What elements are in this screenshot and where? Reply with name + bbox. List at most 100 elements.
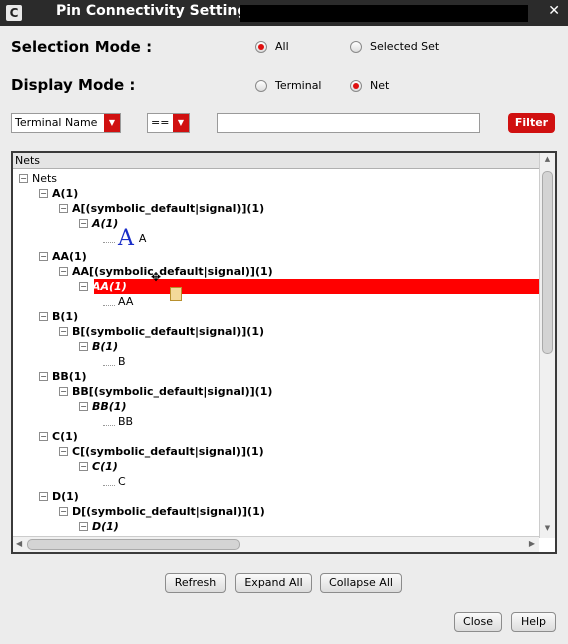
horizontal-scrollbar[interactable]: ◀ ▶ — [13, 536, 539, 552]
scroll-up-icon[interactable]: ▲ — [540, 155, 555, 167]
tree-node[interactable]: − AA(1) — [79, 279, 127, 294]
tree-node-label: D(1) — [52, 490, 79, 503]
nets-tree[interactable]: − Nets − A(1) − A[(symbolic_default|signal)… — [13, 169, 539, 538]
tree-node[interactable]: − A[(symbolic_default|signal)](1) — [59, 201, 264, 216]
collapse-icon[interactable]: − — [59, 204, 68, 213]
vertical-scrollbar[interactable]: ▲ ▼ — [539, 153, 555, 538]
tree-node[interactable]: − B[(symbolic_default|signal)](1) — [59, 324, 264, 339]
display-mode-terminal-radio[interactable]: Terminal — [255, 79, 322, 92]
tree-node[interactable]: − BB(1) — [79, 399, 126, 414]
window-title: Pin Connectivity Setting — [56, 3, 248, 19]
tree-leaf-node[interactable]: AA — [103, 294, 133, 309]
tree-leaf-node[interactable]: B — [103, 354, 126, 369]
tree-node-label: BB(1) — [92, 400, 127, 413]
vertical-scroll-thumb[interactable] — [542, 171, 553, 354]
collapse-icon[interactable]: − — [39, 372, 48, 381]
filter-field-select-value: Terminal Name — [15, 116, 98, 129]
document-icon — [170, 287, 182, 301]
tree-node-label: C[(symbolic_default|signal)](1) — [72, 445, 264, 458]
scroll-right-icon[interactable]: ▶ — [529, 539, 535, 548]
nets-tree-panel: Nets − Nets − A(1) − A[(symbolic_default|si… — [11, 151, 557, 554]
collapse-icon[interactable]: − — [59, 387, 68, 396]
collapse-icon[interactable]: − — [39, 189, 48, 198]
title-bar: C Pin Connectivity Setting ✕ — [0, 0, 568, 26]
tree-node-label: AA — [118, 295, 134, 308]
filter-field-select[interactable]: Terminal Name ▼ — [11, 113, 121, 133]
tree-node[interactable]: − D[(symbolic_default|signal)](1) — [59, 504, 265, 519]
horizontal-scroll-thumb[interactable] — [27, 539, 240, 550]
collapse-icon[interactable]: − — [79, 282, 88, 291]
tree-node-label: A(1) — [92, 217, 119, 230]
close-icon[interactable]: ✕ — [548, 3, 560, 19]
tree-node[interactable]: − B(1) — [79, 339, 118, 354]
tree-leaf-node[interactable]: C — [103, 474, 126, 489]
collapse-icon[interactable]: − — [79, 462, 88, 471]
collapse-icon[interactable]: − — [79, 402, 88, 411]
tree-node[interactable]: − D(1) — [79, 519, 119, 534]
filter-value-input[interactable] — [217, 113, 480, 133]
collapse-icon[interactable]: − — [79, 219, 88, 228]
radio-dot-icon — [255, 79, 267, 92]
tree-root-node[interactable]: − Nets — [19, 171, 57, 186]
refresh-button[interactable]: Refresh — [165, 573, 226, 593]
collapse-icon[interactable]: − — [79, 522, 88, 531]
tree-node[interactable]: − C(1) — [39, 429, 78, 444]
collapse-icon[interactable]: − — [19, 174, 28, 183]
tree-node-label: B[(symbolic_default|signal)](1) — [72, 325, 265, 338]
tree-node-label: Nets — [32, 172, 58, 185]
filter-operator-value: == — [151, 116, 170, 129]
tree-leaf-node[interactable]: AA — [103, 226, 147, 251]
filter-operator-select[interactable]: == ▼ — [147, 113, 190, 133]
tree-node[interactable]: − D(1) — [39, 489, 79, 504]
tree-node-label: B(1) — [92, 340, 119, 353]
tree-node-label: BB[(symbolic_default|signal)](1) — [72, 385, 273, 398]
tree-node[interactable]: − C(1) — [79, 459, 118, 474]
chevron-down-icon: ▼ — [104, 114, 120, 132]
tree-node-label: BB(1) — [52, 370, 87, 383]
tree-connector — [103, 298, 115, 306]
tree-node[interactable]: − AA[(symbolic_default|signal)](1) — [59, 264, 273, 279]
selection-mode-selected-set-radio[interactable]: Selected Set — [350, 40, 439, 53]
collapse-icon[interactable]: − — [59, 507, 68, 516]
expand-all-button[interactable]: Expand All — [235, 573, 312, 593]
tree-node[interactable]: − A(1) — [39, 186, 78, 201]
tree-node-label: B — [118, 355, 126, 368]
tree-node[interactable]: − BB(1) — [39, 369, 86, 384]
tree-node-label: D[(symbolic_default|signal)](1) — [72, 505, 265, 518]
close-button[interactable]: Close — [454, 612, 502, 632]
collapse-icon[interactable]: − — [39, 252, 48, 261]
tree-node-label: B(1) — [52, 310, 79, 323]
tree-node-label: D(1) — [92, 520, 119, 533]
tree-node-label: C — [118, 475, 126, 488]
scroll-down-icon[interactable]: ▼ — [540, 524, 555, 536]
radio-dot-icon — [255, 40, 267, 53]
collapse-all-button[interactable]: Collapse All — [320, 573, 402, 593]
tree-node[interactable]: − AA(1) — [39, 249, 87, 264]
chevron-down-icon: ▼ — [173, 114, 189, 132]
collapse-icon[interactable]: − — [79, 342, 88, 351]
tree-leaf-node[interactable]: BB — [103, 414, 133, 429]
terminal-glyph: A — [118, 226, 134, 251]
tree-connector — [103, 418, 115, 426]
collapse-icon[interactable]: − — [59, 267, 68, 276]
collapse-icon[interactable]: − — [39, 312, 48, 321]
collapse-icon[interactable]: − — [59, 327, 68, 336]
collapse-icon[interactable]: − — [59, 447, 68, 456]
tree-node-label: AA(1) — [52, 250, 87, 263]
collapse-icon[interactable]: − — [39, 432, 48, 441]
tree-node[interactable]: − BB[(symbolic_default|signal)](1) — [59, 384, 272, 399]
scroll-left-icon[interactable]: ◀ — [16, 539, 22, 548]
filter-button[interactable]: Filter — [508, 113, 555, 133]
tree-node[interactable]: − B(1) — [39, 309, 78, 324]
tree-node[interactable]: − A(1) — [79, 216, 118, 231]
tree-connector — [103, 235, 115, 243]
collapse-icon[interactable]: − — [39, 492, 48, 501]
radio-dot-icon — [350, 79, 362, 92]
tree-node[interactable]: − C[(symbolic_default|signal)](1) — [59, 444, 264, 459]
help-button[interactable]: Help — [511, 612, 556, 632]
tree-node-label: A — [138, 232, 147, 245]
selection-mode-all-radio[interactable]: All — [255, 40, 289, 53]
display-mode-label: Display Mode : — [11, 76, 136, 94]
display-mode-net-radio[interactable]: Net — [350, 79, 389, 92]
tree-node-label: A(1) — [52, 187, 79, 200]
